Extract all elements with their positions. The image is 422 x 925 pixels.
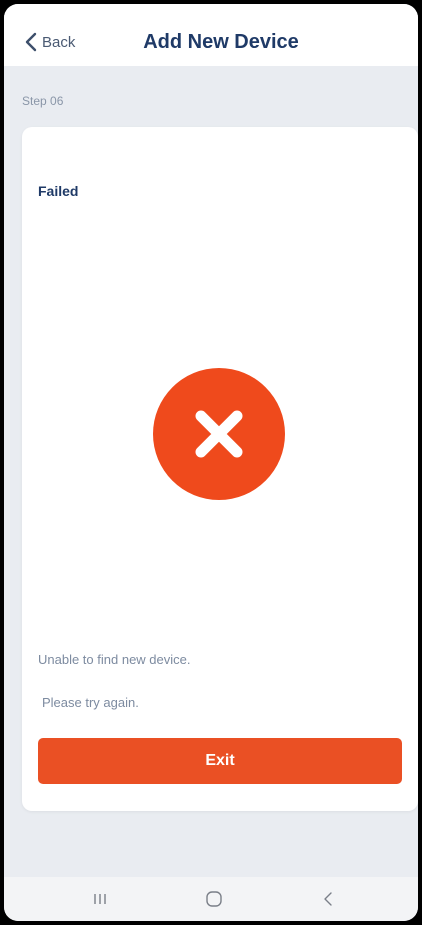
close-x-icon [195, 410, 243, 458]
recent-apps-button[interactable] [70, 877, 130, 921]
error-message: Unable to find new device. [38, 652, 191, 667]
failure-indicator [153, 368, 285, 500]
back-icon [324, 892, 332, 906]
system-back-button[interactable] [298, 877, 358, 921]
exit-button[interactable]: Exit [38, 738, 402, 784]
retry-message: Please try again. [42, 695, 139, 710]
system-nav-bar [4, 877, 418, 921]
recent-apps-icon [94, 894, 106, 904]
step-indicator: Step 06 [22, 94, 64, 108]
home-button[interactable] [184, 877, 244, 921]
home-icon [206, 891, 222, 907]
header-bar: Back Add New Device [4, 4, 418, 66]
result-card: Failed Unable to find new device. Please… [22, 127, 418, 811]
status-title: Failed [38, 183, 79, 199]
page-title: Add New Device [143, 31, 299, 53]
phone-screen: Back Add New Device Step 06 Failed Unabl… [4, 4, 418, 921]
